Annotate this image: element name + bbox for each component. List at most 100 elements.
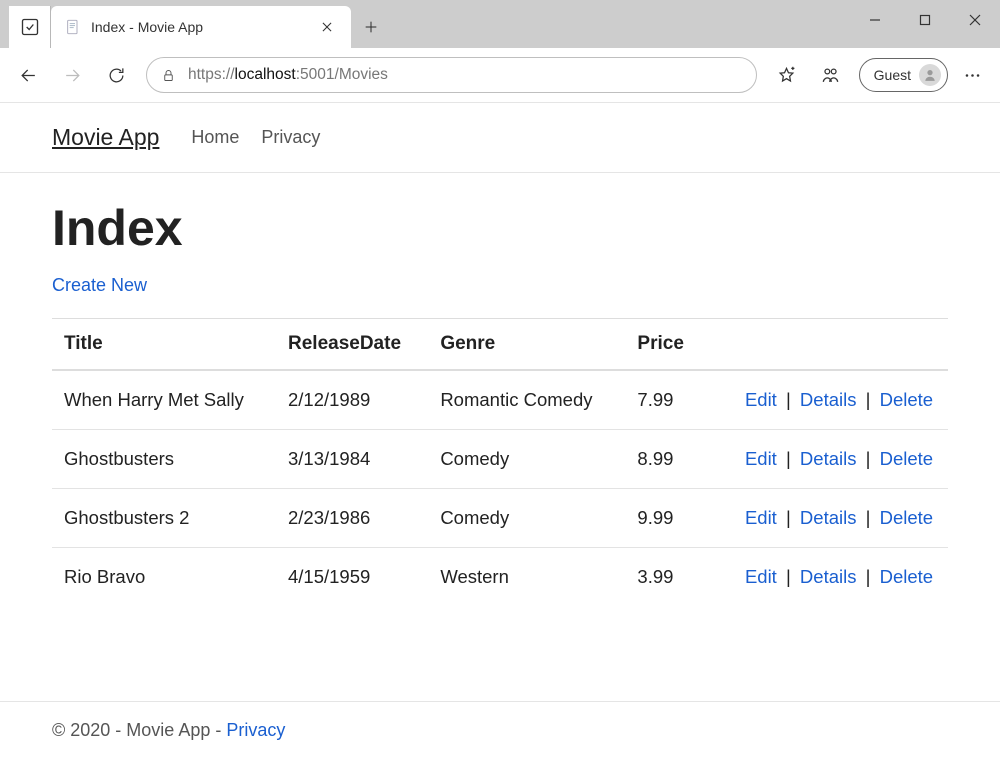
profile-label: Guest [874, 67, 911, 83]
address-bar[interactable]: https://localhost:5001/Movies [146, 57, 757, 93]
table-header-row: Title ReleaseDate Genre Price [52, 319, 948, 371]
browser-tab-active[interactable]: Index - Movie App [51, 6, 351, 48]
cell-actions: Edit | Details | Delete [733, 370, 948, 430]
browser-titlebar: Index - Movie App [0, 0, 1000, 48]
separator: | [777, 389, 800, 410]
window-close-button[interactable] [950, 0, 1000, 40]
details-link[interactable]: Details [800, 566, 857, 587]
titlebar-left-strip [0, 0, 9, 48]
more-horizontal-icon [963, 66, 982, 85]
col-header-price: Price [625, 319, 733, 371]
url-prefix: https:// [188, 66, 235, 83]
cell-release: 2/23/1986 [276, 489, 428, 548]
tab-close-button[interactable] [313, 13, 341, 41]
window-controls [850, 0, 1000, 40]
nav-forward-button[interactable] [52, 55, 92, 95]
collections-icon [821, 66, 840, 85]
reload-button[interactable] [96, 55, 136, 95]
cell-genre: Romantic Comedy [428, 370, 625, 430]
cell-actions: Edit | Details | Delete [733, 548, 948, 607]
more-menu-button[interactable] [952, 55, 992, 95]
cell-title: Ghostbusters 2 [52, 489, 276, 548]
edit-link[interactable]: Edit [745, 566, 777, 587]
window-maximize-button[interactable] [900, 0, 950, 40]
profile-button[interactable]: Guest [859, 58, 948, 92]
col-header-release: ReleaseDate [276, 319, 428, 371]
close-icon [969, 14, 981, 26]
cell-title: Ghostbusters [52, 430, 276, 489]
site-info-button[interactable] [161, 68, 176, 83]
col-header-actions [733, 319, 948, 371]
person-icon [923, 68, 937, 82]
table-row: Ghostbusters 2 2/23/1986 Comedy 9.99 Edi… [52, 489, 948, 548]
separator: | [777, 507, 800, 528]
cell-title: Rio Bravo [52, 548, 276, 607]
tab-title: Index - Movie App [91, 19, 313, 35]
close-icon [320, 20, 334, 34]
delete-link[interactable]: Delete [880, 507, 933, 528]
movies-table: Title ReleaseDate Genre Price When Harry… [52, 318, 948, 606]
new-tab-button[interactable] [351, 6, 391, 48]
details-link[interactable]: Details [800, 507, 857, 528]
separator: | [856, 566, 879, 587]
reload-icon [107, 66, 126, 85]
page-favicon [65, 19, 81, 35]
table-row: Ghostbusters 3/13/1984 Comedy 8.99 Edit … [52, 430, 948, 489]
url-text: https://localhost:5001/Movies [188, 66, 388, 84]
table-row: Rio Bravo 4/15/1959 Western 3.99 Edit | … [52, 548, 948, 607]
separator: | [856, 507, 879, 528]
cell-release: 4/15/1959 [276, 548, 428, 607]
cell-price: 9.99 [625, 489, 733, 548]
lock-icon [161, 68, 176, 83]
brand-link[interactable]: Movie App [52, 124, 159, 151]
details-link[interactable]: Details [800, 448, 857, 469]
cell-price: 3.99 [625, 548, 733, 607]
minimize-icon [869, 14, 881, 26]
delete-link[interactable]: Delete [880, 448, 933, 469]
cell-actions: Edit | Details | Delete [733, 489, 948, 548]
url-path: :5001/Movies [296, 66, 388, 83]
table-row: When Harry Met Sally 2/12/1989 Romantic … [52, 370, 948, 430]
nav-back-button[interactable] [8, 55, 48, 95]
page-content: Index Create New Title ReleaseDate Genre… [0, 173, 1000, 606]
tab-actions-button[interactable] [9, 6, 51, 48]
tab-actions-icon [20, 17, 40, 37]
cell-release: 2/12/1989 [276, 370, 428, 430]
arrow-left-icon [19, 66, 38, 85]
cell-actions: Edit | Details | Delete [733, 430, 948, 489]
page-title: Index [52, 199, 948, 257]
details-link[interactable]: Details [800, 389, 857, 410]
footer-text: © 2020 - Movie App - [52, 720, 226, 740]
collections-button[interactable] [811, 55, 851, 95]
url-host: localhost [235, 66, 296, 83]
nav-link-home[interactable]: Home [191, 127, 239, 148]
cell-genre: Western [428, 548, 625, 607]
edit-link[interactable]: Edit [745, 389, 777, 410]
site-navbar: Movie App Home Privacy [0, 103, 1000, 173]
avatar [919, 64, 941, 86]
arrow-right-icon [63, 66, 82, 85]
favorites-button[interactable] [767, 55, 807, 95]
delete-link[interactable]: Delete [880, 389, 933, 410]
site-footer: © 2020 - Movie App - Privacy [0, 701, 1000, 763]
nav-link-privacy[interactable]: Privacy [261, 127, 320, 148]
separator: | [856, 389, 879, 410]
separator: | [856, 448, 879, 469]
separator: | [777, 566, 800, 587]
cell-release: 3/13/1984 [276, 430, 428, 489]
edit-link[interactable]: Edit [745, 448, 777, 469]
separator: | [777, 448, 800, 469]
col-header-genre: Genre [428, 319, 625, 371]
plus-icon [363, 19, 379, 35]
footer-privacy-link[interactable]: Privacy [226, 720, 285, 740]
maximize-icon [919, 14, 931, 26]
edit-link[interactable]: Edit [745, 507, 777, 528]
col-header-title: Title [52, 319, 276, 371]
create-new-link[interactable]: Create New [52, 275, 147, 296]
window-minimize-button[interactable] [850, 0, 900, 40]
delete-link[interactable]: Delete [880, 566, 933, 587]
cell-genre: Comedy [428, 430, 625, 489]
star-plus-icon [777, 66, 796, 85]
browser-toolbar: https://localhost:5001/Movies Guest [0, 48, 1000, 103]
cell-title: When Harry Met Sally [52, 370, 276, 430]
